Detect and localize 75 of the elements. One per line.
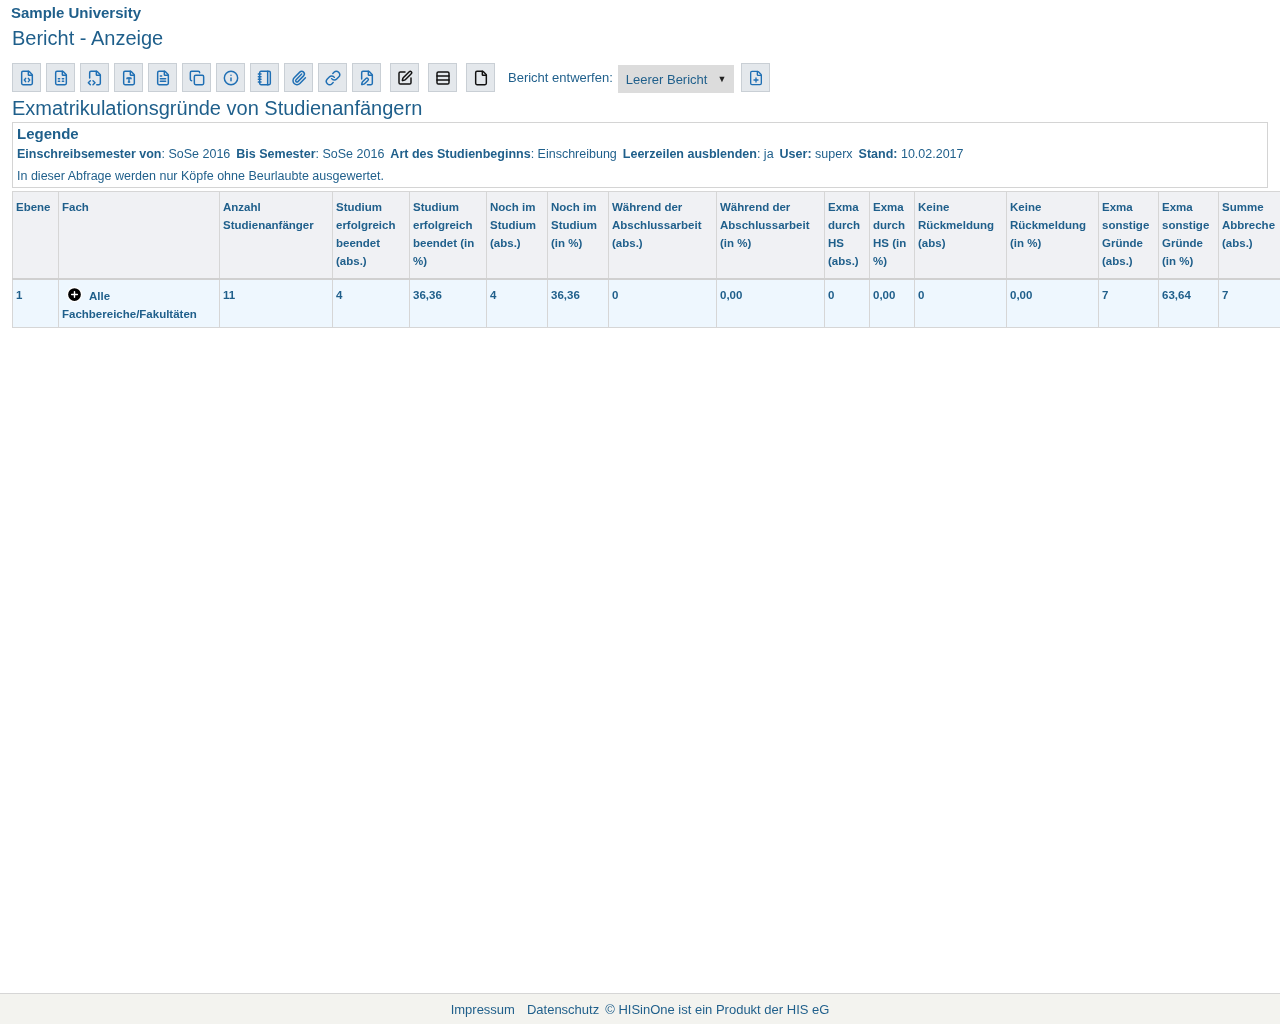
column-header[interactable]: Während der Abschlussarbeit (in %) [716,191,825,279]
html-export-button[interactable] [12,63,41,92]
legend-parameter: Bis Semester: SoSe 2016 [236,147,385,161]
link-icon [324,69,341,86]
column-header[interactable]: Exma sonstige Gründe (abs.) [1098,191,1159,279]
table-cell: 7 [1218,279,1280,328]
legend-parameter: Art des Studienbeginns: Einschreibung [390,147,617,161]
notebook-icon [256,69,273,86]
column-header[interactable]: Ebene [12,191,59,279]
legend-title: Legende [17,125,80,142]
column-header[interactable]: Keine Rückmeldung (in %) [1006,191,1099,279]
column-header[interactable]: Exma durch HS (abs.) [824,191,870,279]
page-title: Bericht - Anzeige [12,27,165,50]
xml-export-button[interactable] [80,63,109,92]
column-header[interactable]: Exma durch HS (in %) [869,191,915,279]
institution-name: Sample University [11,4,143,21]
pdf-export-button[interactable] [114,63,143,92]
design-label: Bericht entwerfen: [508,70,613,85]
footer-link[interactable]: Impressum [450,1001,515,1017]
edit-document-icon [358,69,375,86]
new-report-button[interactable] [741,63,771,92]
table-cell: 36,36 [409,279,487,328]
info-icon [222,69,239,86]
column-header[interactable]: Noch im Studium (in %) [547,191,609,279]
column-header[interactable]: Noch im Studium (abs.) [486,191,548,279]
paperclip-icon [290,69,307,86]
table-cell: 4 [332,279,410,328]
legend-parameter: User: superx [779,147,853,161]
file-plus-icon [747,69,764,86]
table-cell: 0 [608,279,717,328]
copy-button[interactable] [182,63,211,92]
column-header[interactable]: Studium erfolgreich beendet (abs.) [332,191,410,279]
column-header[interactable]: Keine Rückmeldung (abs) [914,191,1007,279]
table-cell: 0 [824,279,870,328]
column-header[interactable]: Während der Abschlussarbeit (abs.) [608,191,717,279]
legend-parameter: Leerzeilen ausblenden: ja [622,147,774,161]
column-header[interactable]: Studium erfolgreich beendet (in %) [409,191,487,279]
link-button[interactable] [318,63,347,92]
document-icon [472,69,489,86]
paperclip-button[interactable] [284,63,313,92]
table-cell: 0,00 [869,279,915,328]
footer-link[interactable]: Datenschutz [526,1001,600,1017]
table-cell: Alle Fachbereiche/Fakultäten [58,279,220,328]
table-cell: 0 [914,279,1007,328]
edit-document-button[interactable] [352,63,381,92]
list-button[interactable] [428,63,457,92]
document-button[interactable] [466,63,495,92]
table-cell: 63,64 [1158,279,1219,328]
table-cell: 36,36 [547,279,609,328]
edit-button[interactable] [390,63,419,92]
table-cell: 11 [219,279,333,328]
legend-parameter: Einschreibsemester von: SoSe 2016 [17,147,231,161]
table-cell: 1 [12,279,59,328]
list-icon [434,69,451,86]
column-header[interactable]: Fach [58,191,220,279]
edit-icon [396,69,413,86]
notebook-button[interactable] [250,63,279,92]
legend-note: In dieser Abfrage werden nur Köpfe ohne Beurlaubte ausgewertet. [17,169,385,183]
column-header[interactable]: Anzahl Studienanfänger [219,191,333,279]
dropdown-caret-icon: ▼ [717,74,727,84]
column-header[interactable]: Exma sonstige Gründe (in %) [1158,191,1219,279]
csv-export-button[interactable] [148,63,177,92]
copy-icon [188,69,205,86]
column-header[interactable]: Summe Abbreche (abs.) [1218,191,1280,279]
table-cell: 7 [1098,279,1159,328]
design-select[interactable]: Leerer Bericht ▼ [617,65,735,93]
table-cell: 0,00 [1006,279,1099,328]
report-title: Exmatrikulationsgründe von Studienanfängern [12,97,424,120]
table-cell: 4 [486,279,548,328]
table-cell: 0,00 [716,279,825,328]
expand-icon[interactable] [66,286,83,303]
copyright-text: © HISinOne ist ein Produkt der HIS eG [605,1001,830,1017]
legend-parameter: Stand: 10.02.2017 [858,147,964,161]
excel-export-button[interactable] [46,63,75,92]
info-button[interactable] [216,63,245,92]
